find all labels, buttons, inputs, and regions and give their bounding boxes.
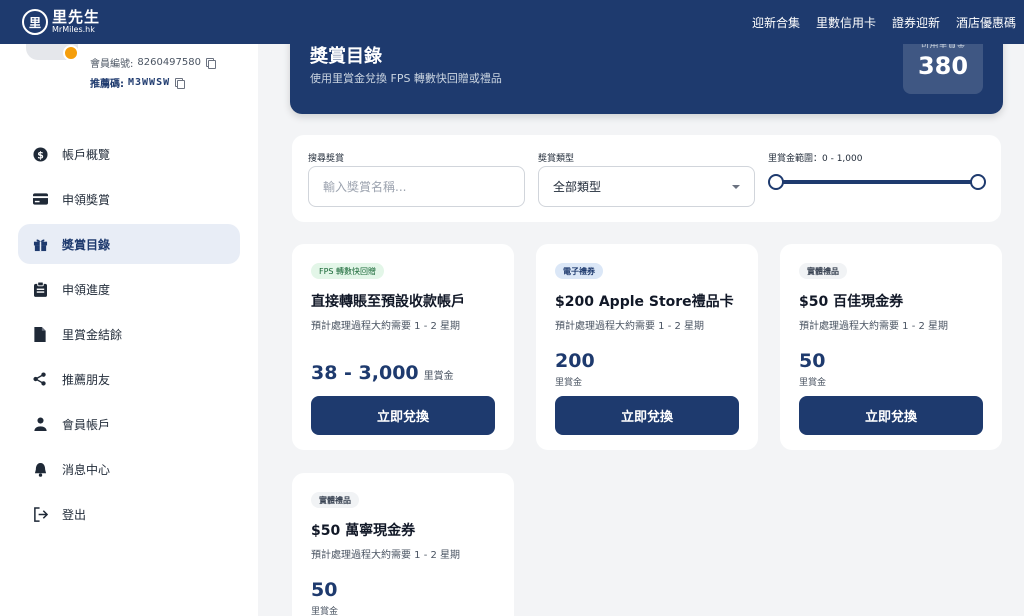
nav-link-hotel[interactable]: 酒店優惠碼 [956,14,1016,31]
range-max-handle[interactable] [970,174,986,190]
reward-tag: 電子禮券 [555,263,603,279]
logout-icon [32,506,48,522]
balance-box: 可用里賞金 380 [903,36,983,94]
brand-name: 里先生 [52,8,101,26]
nav-links: 迎新合集 里數信用卡 證券迎新 酒店優惠碼 [736,0,1016,44]
sidebar-item-progress[interactable]: 申領進度 [18,269,240,309]
top-navbar: 里 里先生 MrMiles.hk 迎新合集 里數信用卡 證券迎新 酒店優惠碼 [0,0,1024,44]
search-label: 搜尋獎賞 [308,154,345,164]
type-select-value: 全部類型 [553,180,602,194]
sidebar-item-account[interactable]: 會員帳戶 [18,404,240,444]
reward-price-unit: 里賞金 [799,378,827,388]
reward-tag: 實體禮品 [311,492,359,508]
reward-title: $200 Apple Store禮品卡 [555,294,734,310]
sidebar-item-catalog[interactable]: 獎賞目錄 [18,224,240,264]
reward-card: FPS 轉數快回贈 直接轉賬至預設收款帳戶 預計處理過程大約需要 1 - 2 星… [292,244,514,450]
range-slider[interactable] [768,174,986,190]
sidebar-item-label: 獎賞目錄 [62,237,111,252]
sidebar-item-label: 登出 [62,507,87,522]
type-label: 獎賞類型 [538,154,575,164]
nav-link-securities[interactable]: 證券迎新 [892,14,940,31]
clipboard-icon [32,281,48,297]
redeem-button[interactable]: 立即兌換 [555,396,739,435]
reward-title: $50 萬寧現金券 [311,523,416,539]
referral-code-label: 推薦碼: [90,79,124,90]
range-min-handle[interactable] [768,174,784,190]
member-number-value: 8260497580 [137,57,201,68]
sidebar-item-overview[interactable]: $ 帳戶概覽 [18,134,240,174]
search-input[interactable] [308,166,525,207]
nav-link-welcome[interactable]: 迎新合集 [752,14,800,31]
credit-card-icon [32,191,48,207]
sidebar-menu: $ 帳戶概覽 申領獎賞 獎賞目錄 申領進度 里賞金結餘 推薦朋友 會員帳戶 消息… [18,134,240,539]
bell-icon [32,461,48,477]
reward-description: 預計處理過程大約需要 1 - 2 星期 [799,321,949,332]
reward-price-unit: 里賞金 [555,378,583,388]
brand-logo[interactable]: 里 里先生 MrMiles.hk [22,9,100,35]
sidebar-item-label: 消息中心 [62,462,111,477]
range-label: 里賞金範圍：0 - 1,000 [768,154,863,164]
page-title: 獎賞目錄 [310,46,382,67]
svg-text:$: $ [37,150,44,161]
sidebar-item-referral[interactable]: 推薦朋友 [18,359,240,399]
dollar-circle-icon: $ [32,146,48,162]
member-number-label: 會員編號: [90,59,134,70]
gift-icon [32,236,48,252]
reward-price-value: 200 [555,350,595,372]
reward-title: $50 百佳現金券 [799,294,904,310]
referral-code-value: M3WWSW [128,77,171,88]
logo-icon: 里 [22,9,48,35]
page-subtitle: 使用里賞金兌換 FPS 轉數快回贈或禮品 [310,72,502,85]
share-icon [32,371,48,387]
reward-price-unit: 里賞金 [423,371,454,382]
sidebar-item-logout[interactable]: 登出 [18,494,240,534]
balance-value: 380 [917,52,969,80]
reward-price: 38 - 3,000 里賞金 [311,362,454,384]
reward-tag: FPS 轉數快回贈 [311,263,385,279]
reward-card: 電子禮券 $200 Apple Store禮品卡 預計處理過程大約需要 1 - … [536,244,758,450]
type-select[interactable]: 全部類型 [538,166,755,207]
reward-card: 實體禮品 $50 萬寧現金券 預計處理過程大約需要 1 - 2 星期 50 里賞… [292,473,514,616]
sidebar-item-label: 推薦朋友 [62,372,111,387]
sidebar-item-label: 會員帳戶 [62,417,111,432]
sidebar-item-messages[interactable]: 消息中心 [18,449,240,489]
sidebar: 會員編號: 8260497580 推薦碼: M3WWSW $ 帳戶概覽 申領獎賞 [0,38,258,616]
level-badge-icon [63,45,79,61]
range-slider-track [774,180,980,184]
copy-referral-code-icon[interactable] [175,78,186,89]
reward-description: 預計處理過程大約需要 1 - 2 星期 [555,321,705,332]
filter-panel: 搜尋獎賞 獎賞類型 全部類型 里賞金範圍：0 - 1,000 [292,135,1001,222]
user-icon [32,416,48,432]
copy-member-number-icon[interactable] [206,58,216,69]
nav-link-credit-card[interactable]: 里數信用卡 [816,14,876,31]
redeem-button[interactable]: 立即兌換 [799,396,983,435]
reward-price-unit: 里賞金 [311,607,339,616]
sidebar-item-balance[interactable]: 里賞金結餘 [18,314,240,354]
chevron-down-icon [732,184,740,189]
sidebar-item-label: 帳戶概覽 [62,147,111,162]
redeem-button[interactable]: 立即兌換 [311,396,495,435]
reward-price-value: 38 - 3,000 [311,362,419,384]
reward-tag: 實體禮品 [799,263,847,279]
reward-description: 預計處理過程大約需要 1 - 2 星期 [311,321,461,332]
brand-subtitle: MrMiles.hk [52,25,95,34]
reward-price-value: 50 [799,350,826,372]
document-icon [32,326,48,342]
reward-price-value: 50 [311,579,338,601]
sidebar-item-label: 申領進度 [62,282,111,297]
member-number: 會員編號: 8260497580 [90,55,216,70]
reward-card: 實體禮品 $50 百佳現金券 預計處理過程大約需要 1 - 2 星期 50 里賞… [780,244,1002,450]
sidebar-item-label: 里賞金結餘 [62,327,123,342]
referral-code: 推薦碼: M3WWSW [90,75,186,90]
sidebar-item-label: 申領獎賞 [62,192,111,207]
profile-panel: 會員編號: 8260497580 推薦碼: M3WWSW [0,38,258,116]
sidebar-item-claim[interactable]: 申領獎賞 [18,179,240,219]
reward-title: 直接轉賬至預設收款帳戶 [311,294,465,310]
reward-description: 預計處理過程大約需要 1 - 2 星期 [311,550,461,561]
